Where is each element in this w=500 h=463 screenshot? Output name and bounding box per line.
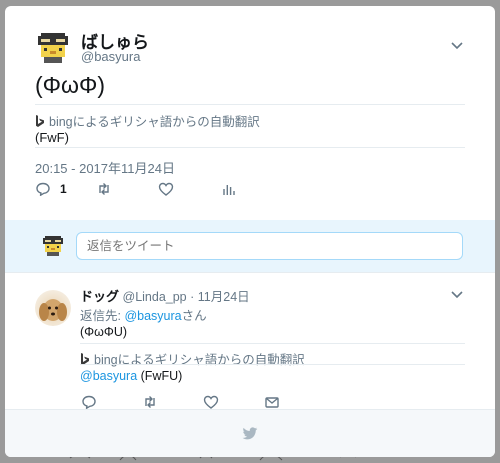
reply-like-action[interactable]: [203, 394, 219, 410]
twitter-bird-icon[interactable]: [242, 427, 258, 441]
reply-to-prefix: 返信先:: [80, 309, 125, 323]
reply-text: (ΦωΦU): [80, 325, 128, 339]
translate-label: bingによるギリシャ語からの自動翻訳: [49, 115, 260, 129]
pixel-avatar-small: [41, 234, 65, 258]
reply-reply-action[interactable]: [81, 394, 97, 410]
reply-count: 1: [60, 182, 67, 196]
analytics-action[interactable]: [221, 181, 237, 197]
reply-input[interactable]: [76, 232, 463, 260]
reply-icon: [36, 182, 50, 196]
tweet-modal: ばしゅら @basyura (ΦωΦ) bingによるギリシャ語からの自動翻訳 …: [5, 6, 495, 457]
bing-icon: [36, 114, 44, 127]
reply-translation: @basyura (FwFU): [80, 364, 465, 383]
like-icon: [158, 182, 174, 196]
main-tweet: ばしゅら @basyura (ΦωΦ) bingによるギリシャ語からの自動翻訳 …: [5, 6, 495, 220]
modal-footer: [5, 409, 495, 457]
reply-display-name[interactable]: ドッグ: [80, 289, 119, 304]
reply-to-suffix: さん: [181, 309, 207, 323]
reply-compose: [5, 220, 495, 272]
tweet-timestamp[interactable]: 20:15 - 2017年11月24日: [35, 147, 465, 177]
translate-bar: bingによるギリシャ語からの自動翻訳: [35, 104, 465, 130]
chevron-down-icon[interactable]: [450, 290, 464, 300]
analytics-icon: [223, 185, 235, 195]
tweet-text: (ΦωΦ): [35, 72, 105, 98]
reply-date[interactable]: · 11月24日: [190, 290, 250, 304]
reply-action[interactable]: 1: [35, 181, 67, 197]
reply-to-handle[interactable]: @basyura: [124, 309, 181, 323]
like-action[interactable]: [158, 181, 174, 197]
like-icon: [203, 395, 219, 409]
reply-screen-name[interactable]: @Linda_pp: [123, 290, 187, 304]
reply-retweet-action[interactable]: [142, 394, 158, 410]
translation-text: (FwFU): [137, 369, 183, 383]
reply-tweet: ドッグ @Linda_pp · 11月24日 返信先: @basyuraさん (…: [5, 273, 495, 409]
reply-to-line: 返信先: @basyuraさん: [80, 305, 207, 324]
screen-name[interactable]: @basyura: [81, 49, 140, 64]
translation-text: (FwF): [35, 130, 69, 145]
dm-action[interactable]: [264, 394, 280, 410]
dm-icon: [265, 397, 279, 408]
pixel-avatar[interactable]: [35, 30, 71, 66]
retweet-icon: [99, 183, 109, 195]
retweet-action[interactable]: [96, 181, 112, 197]
retweet-icon: [145, 396, 155, 408]
reply-header: ドッグ @Linda_pp · 11月24日: [80, 286, 250, 305]
reply-icon: [82, 395, 96, 409]
chevron-down-icon[interactable]: [450, 41, 464, 51]
dog-avatar[interactable]: [35, 290, 71, 326]
translation-mention[interactable]: @basyura: [80, 369, 137, 383]
